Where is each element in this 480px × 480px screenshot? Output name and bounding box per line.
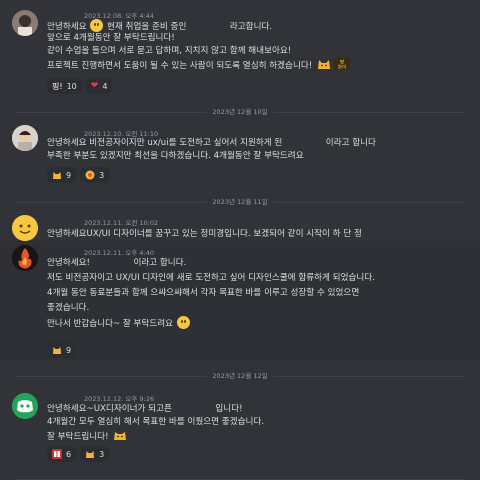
reaction-grid[interactable]: 6 [47,446,77,462]
reaction-bar: 9 3 [47,167,110,183]
message-text: 만나서 반갑습니다~ 잘 부탁드려요 [47,319,174,329]
date-label: 2023년 12월 12일 [206,370,274,382]
message-text: 저도 비전공자이고 UX/UI 디자인에 새로 도전하고 싶어 디자인스쿨에 합… [47,273,375,283]
smile-emoji-icon [90,19,104,32]
reaction-count: 4 [102,81,108,91]
message-text: 입니다! [215,404,243,414]
message-text: 부족한 부분도 있겠지만 최선을 다하겠습니다. 4개월동안 잘 부탁드려요 [47,151,304,161]
avatar-photo-icon [12,125,38,151]
discord-default-avatar-icon [12,393,38,419]
message-text: 프로젝트 진행하면서 도움이 될 수 있는 사람이 되도록 열심히 하겠습니다! [47,61,313,71]
date-label: 2023년 12월 10일 [206,106,274,118]
message-text: 좋겠습니다. [47,303,90,313]
reaction-count: 9 [66,345,72,355]
heart-icon: ❤ [90,81,99,91]
message-text: 안녕하세요UX/UI 디자이너를 꿈꾸고 있는 정미경입니다. 보겠되어 같이 … [47,229,362,239]
message-text: 4개월 동안 동료분들과 함께 으쌰으쌰해서 각자 목표한 바를 이루고 성장할… [47,288,360,298]
user-avatar[interactable] [12,393,38,419]
user-avatar[interactable] [12,245,38,271]
tada-icon [85,170,95,180]
cat-icon [53,347,61,354]
timestamp: 2023.12.12. 오후 9:26 [84,395,154,403]
smile-avatar-icon [12,215,38,241]
fire-avatar-icon [12,245,38,271]
avatar-photo-icon [12,10,38,36]
message: 2023.12.10. 오전 11:10 안녕하세요 비전공자이지만 ux/ui… [0,120,480,190]
message-text: 안녕하세요! [47,258,90,268]
user-avatar[interactable] [12,10,38,36]
message-text: 안녕하세요 [47,22,87,32]
message-text: 4개월간 모두 열심히 해서 목표한 바를 이뤘으면 좋겠습니다. [47,417,265,427]
date-divider: 2023년 12월 12일 [16,370,464,382]
pin-icon: 핑! [52,82,63,91]
cat-icon [53,172,61,179]
date-label: 2023년 12월 11일 [206,196,274,208]
reaction-bar: 9 [47,342,77,358]
date-divider: 2023년 12월 11일 [16,196,464,208]
message: 2023.12.11. 오후 4:40 안녕하세요! 이라고 합니다. 저도 비… [0,241,480,361]
reaction-count: 3 [99,170,105,180]
reaction-cat[interactable]: 9 [47,167,77,183]
date-divider-clipped [0,474,480,480]
cat-emoji-icon [114,432,127,440]
message-text: 안녕하세요 비전공자이지만 ux/ui를 도전하고 싶어서 지원하게 된 [47,138,283,148]
message-text: 라고합니다. [229,22,273,32]
message-content: 안녕하세요~UX디자이너가 되고픈 입니다! 4개월간 모두 열심히 해서 목표… [47,403,264,442]
reaction-heart[interactable]: ❤ 4 [85,78,113,94]
reaction-tada[interactable]: 3 [80,167,110,183]
message-content: 안녕하세요UX/UI 디자이너를 꿈꾸고 있는 정미경입니다. 보겠되어 같이 … [47,228,362,241]
message: 2023.12.08. 오후 4:44 안녕하세요 현재 취업을 준비 중인 라… [0,0,480,98]
reaction-pin[interactable]: 핑! 10 [47,78,82,94]
message-text: 안녕하세요~UX디자이너가 되고픈 [47,404,172,414]
user-avatar[interactable] [12,125,38,151]
user-avatar[interactable] [12,215,38,241]
timestamp: 2023.12.11. 오전 10:02 [84,219,159,227]
reaction-count: 3 [99,449,105,459]
message-content: 안녕하세요 현재 취업을 준비 중인 라고합니다. 앞으로 4개월동안 잘 부탁… [47,19,350,71]
message-content: 안녕하세요 비전공자이지만 ux/ui를 도전하고 싶어서 지원하게 된 이라고… [47,137,376,163]
svg-text:짱: 짱 [339,59,344,66]
message-text: 이라고 합니다. [133,258,187,268]
sticker-icon: 짱 화이 [333,58,350,71]
date-divider: 2023년 12월 10일 [16,106,464,118]
cat-icon [86,451,95,458]
message-clipped: 2023.12.11. 오전 10:02 안녕하세요UX/UI 디자이너를 꿈꾸… [0,212,480,241]
reaction-count: 10 [66,81,77,91]
reaction-count: 6 [66,449,72,459]
message-text: 현재 취업을 준비 중인 [107,22,187,32]
message-text: 잘 부탁드립니다! [47,432,109,442]
reaction-bar: 6 3 [47,446,110,462]
message-text: 앞으로 4개월동안 잘 부탁드립니다! [47,33,175,43]
message-content: 안녕하세요! 이라고 합니다. 저도 비전공자이고 UX/UI 디자인에 새로 … [47,256,375,331]
grid-icon [52,449,62,459]
reaction-count: 9 [66,170,72,180]
message-text: 이라고 합니다 [325,138,376,148]
reaction-bar: 핑! 10 ❤ 4 [47,78,113,94]
cat-emoji-icon [317,60,330,69]
reaction-cat[interactable]: 3 [80,446,110,462]
message: 2023.12.12. 오후 9:26 안녕하세요~UX디자이너가 되고픈 입니… [0,386,480,466]
smile-emoji-icon [176,316,190,329]
message-text: 같이 수업을 들으며 서로 묻고 답하며, 지치지 않고 함께 해내보아요! [47,46,292,56]
reaction-cat[interactable]: 9 [47,342,77,358]
